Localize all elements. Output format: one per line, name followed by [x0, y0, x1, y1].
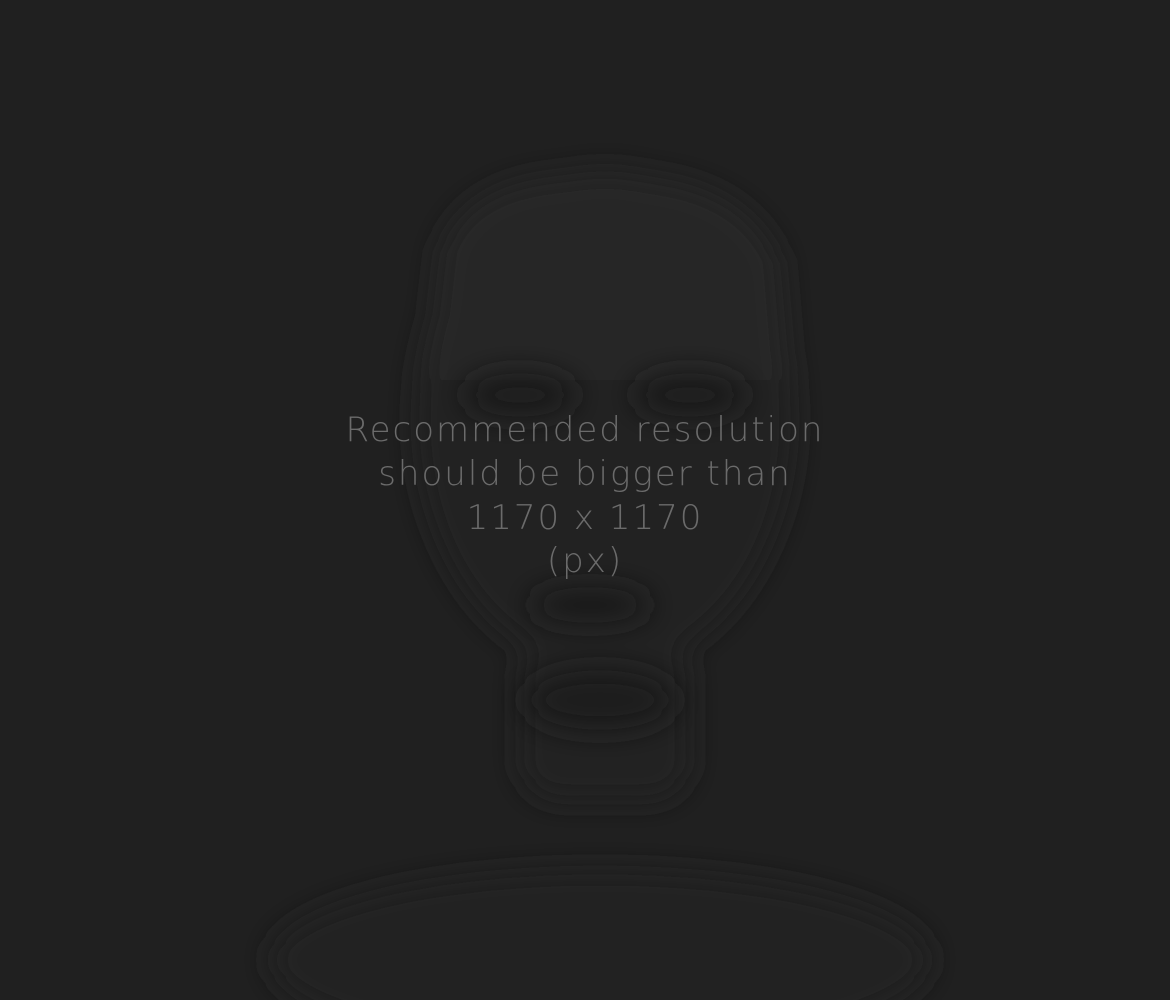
message-line-2: should be bigger than [378, 454, 792, 494]
message-line-4: (px) [546, 541, 624, 581]
message-line-3: 1170 x 1170 [466, 498, 704, 538]
resolution-warning-screen: Recommended resolution should be bigger … [0, 0, 1170, 1000]
resolution-message: Recommended resolution should be bigger … [0, 408, 1170, 582]
message-line-1: Recommended resolution [345, 410, 825, 450]
